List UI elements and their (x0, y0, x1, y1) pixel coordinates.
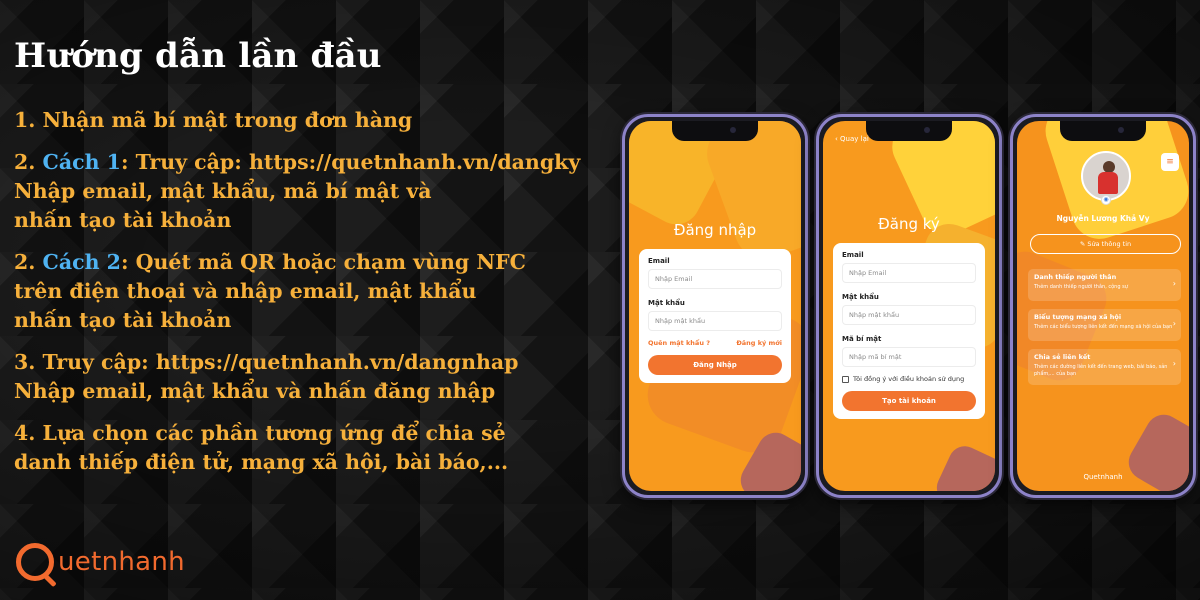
step-line: danh thiếp điện tử, mạng xã hội, bài báo… (14, 448, 614, 477)
register-title: Đăng ký (878, 215, 940, 233)
step-text: trên điện thoại và nhập email, mật khẩu (14, 279, 477, 303)
step-text: 2. (14, 150, 43, 174)
logo-q-icon (16, 543, 54, 581)
section-desc: Thêm các đường liên kết đến trang web, b… (1034, 364, 1168, 377)
phone-login: Đăng nhập Email Nhập Email Mật khẩu Nhập… (622, 114, 808, 498)
method-highlight: Cách 1 (42, 150, 121, 174)
login-form: Email Nhập Email Mật khẩu Nhập mật khẩu … (639, 249, 791, 383)
section-title: Chia sẻ liên kết (1034, 353, 1091, 361)
step-text: 4. Lựa chọn các phần tương ứng để chia s… (14, 421, 506, 445)
edit-profile-button[interactable]: ✎ Sửa thông tin (1030, 234, 1181, 254)
chevron-left-icon: ‹ (835, 135, 838, 143)
decor-shape (698, 121, 801, 268)
step-line: trên điện thoại và nhập email, mật khẩu (14, 277, 614, 306)
phone-notch (1060, 121, 1146, 141)
profile-brand: Quetnhanh (1083, 473, 1123, 481)
step-text: Nhập email, mật khẩu, mã bí mật và (14, 179, 432, 203)
step-line: 2. Cách 2: Quét mã QR hoặc chạm vùng NFC (14, 248, 614, 277)
step-line: 3. Truy cập: https://quetnhanh.vn/dangnh… (14, 348, 614, 377)
section-title: Danh thiếp người thân (1034, 273, 1117, 281)
chevron-right-icon: › (1172, 359, 1176, 368)
back-label: Quay lại (840, 135, 869, 143)
page-title: Hướng dẫn lần đầu (14, 36, 382, 76)
step-line: 2. Cách 1: Truy cập: https://quetnhanh.v… (14, 148, 614, 177)
register-screen: ‹ Quay lại Đăng ký Email Nhập Email Mật … (823, 121, 995, 491)
step-line: nhấn tạo tài khoản (14, 306, 614, 335)
email-label: Email (648, 257, 670, 265)
terms-row: Tôi đồng ý với điều khoản sử dụng (842, 375, 976, 383)
back-link[interactable]: ‹ Quay lại (835, 135, 869, 143)
step-text: danh thiếp điện tử, mạng xã hội, bài báo… (14, 450, 509, 474)
method-highlight: Cách 2 (42, 250, 121, 274)
step-text: nhấn tạo tài khoản (14, 208, 232, 232)
instruction-steps: 1. Nhận mã bí mật trong đơn hàng 2. Cách … (14, 106, 614, 490)
camera-icon[interactable]: ◉ (1101, 195, 1111, 205)
register-form: Email Nhập Email Mật khẩu Nhập mật khẩu … (833, 243, 985, 419)
decor-shape (931, 441, 995, 491)
section-desc: Thêm danh thiếp người thân, cộng sự (1034, 284, 1128, 290)
terms-checkbox[interactable] (842, 375, 849, 383)
instruction-step: 3. Truy cập: https://quetnhanh.vn/dangnh… (14, 348, 614, 406)
login-button[interactable]: Đăng Nhập (648, 355, 782, 375)
email-input[interactable]: Nhập Email (842, 263, 976, 283)
forgot-password-link[interactable]: Quên mật khẩu ? (648, 339, 710, 347)
section-social-icons[interactable]: Biểu tượng mạng xã hội Thêm các biểu tượ… (1028, 309, 1181, 341)
step-text: Nhập email, mật khẩu và nhấn đăng nhập (14, 379, 496, 403)
section-share-links[interactable]: Chia sẻ liên kết Thêm các đường liên kết… (1028, 349, 1181, 385)
step-text: 1. Nhận mã bí mật trong đơn hàng (14, 108, 413, 132)
email-input[interactable]: Nhập Email (648, 269, 782, 289)
instruction-step: 1. Nhận mã bí mật trong đơn hàng (14, 106, 614, 135)
secret-code-label: Mã bí mật (842, 335, 882, 343)
phone-notch (672, 121, 758, 141)
profile-name: Nguyễn Lương Khả Vy (1056, 214, 1150, 223)
password-label: Mật khẩu (842, 293, 879, 301)
step-line: nhấn tạo tài khoản (14, 206, 614, 235)
step-text: 2. (14, 250, 43, 274)
section-relative-cards[interactable]: Danh thiếp người thân Thêm danh thiếp ng… (1028, 269, 1181, 301)
instruction-step: 2. Cách 2: Quét mã QR hoặc chạm vùng NFC… (14, 248, 614, 335)
phone-notch (866, 121, 952, 141)
create-account-button[interactable]: Tạo tài khoản (842, 391, 976, 411)
brand-logo: uetnhanh (16, 540, 185, 584)
password-input[interactable]: Nhập mật khẩu (648, 311, 782, 331)
step-text: : Truy cập: https://quetnhanh.vn/dangky (120, 150, 581, 174)
step-text: : Quét mã QR hoặc chạm vùng NFC (120, 250, 526, 274)
login-links: Quên mật khẩu ? Đăng ký mới (648, 339, 782, 347)
register-link[interactable]: Đăng ký mới (736, 339, 782, 347)
step-line: Nhập email, mật khẩu, mã bí mật và (14, 177, 614, 206)
secret-code-input[interactable]: Nhập mã bí mật (842, 347, 976, 367)
avatar-body (1098, 172, 1118, 194)
step-line: Nhập email, mật khẩu và nhấn đăng nhập (14, 377, 614, 406)
chevron-right-icon: › (1172, 279, 1176, 288)
section-desc: Thêm các biểu tượng liên kết đến mạng xã… (1034, 324, 1173, 330)
logo-text: uetnhanh (58, 547, 185, 577)
menu-icon[interactable]: ≡ (1161, 153, 1179, 171)
login-title: Đăng nhập (673, 221, 757, 239)
step-text: 3. Truy cập: https://quetnhanh.vn/dangnh… (14, 350, 519, 374)
phone-profile: ◉ ≡ Nguyễn Lương Khả Vy ✎ Sửa thông tin … (1010, 114, 1196, 498)
chevron-right-icon: › (1172, 319, 1176, 328)
instruction-step: 4. Lựa chọn các phần tương ứng để chia s… (14, 419, 614, 477)
instruction-step: 2. Cách 1: Truy cập: https://quetnhanh.v… (14, 148, 614, 235)
email-label: Email (842, 251, 864, 259)
password-label: Mật khẩu (648, 299, 685, 307)
section-title: Biểu tượng mạng xã hội (1034, 313, 1122, 321)
password-input[interactable]: Nhập mật khẩu (842, 305, 976, 325)
terms-label: Tôi đồng ý với điều khoản sử dụng (853, 375, 965, 383)
avatar[interactable] (1081, 151, 1131, 201)
profile-screen: ◉ ≡ Nguyễn Lương Khả Vy ✎ Sửa thông tin … (1017, 121, 1189, 491)
step-line: 4. Lựa chọn các phần tương ứng để chia s… (14, 419, 614, 448)
step-line: 1. Nhận mã bí mật trong đơn hàng (14, 106, 614, 135)
phone-register: ‹ Quay lại Đăng ký Email Nhập Email Mật … (816, 114, 1002, 498)
login-screen: Đăng nhập Email Nhập Email Mật khẩu Nhập… (629, 121, 801, 491)
step-text: nhấn tạo tài khoản (14, 308, 232, 332)
